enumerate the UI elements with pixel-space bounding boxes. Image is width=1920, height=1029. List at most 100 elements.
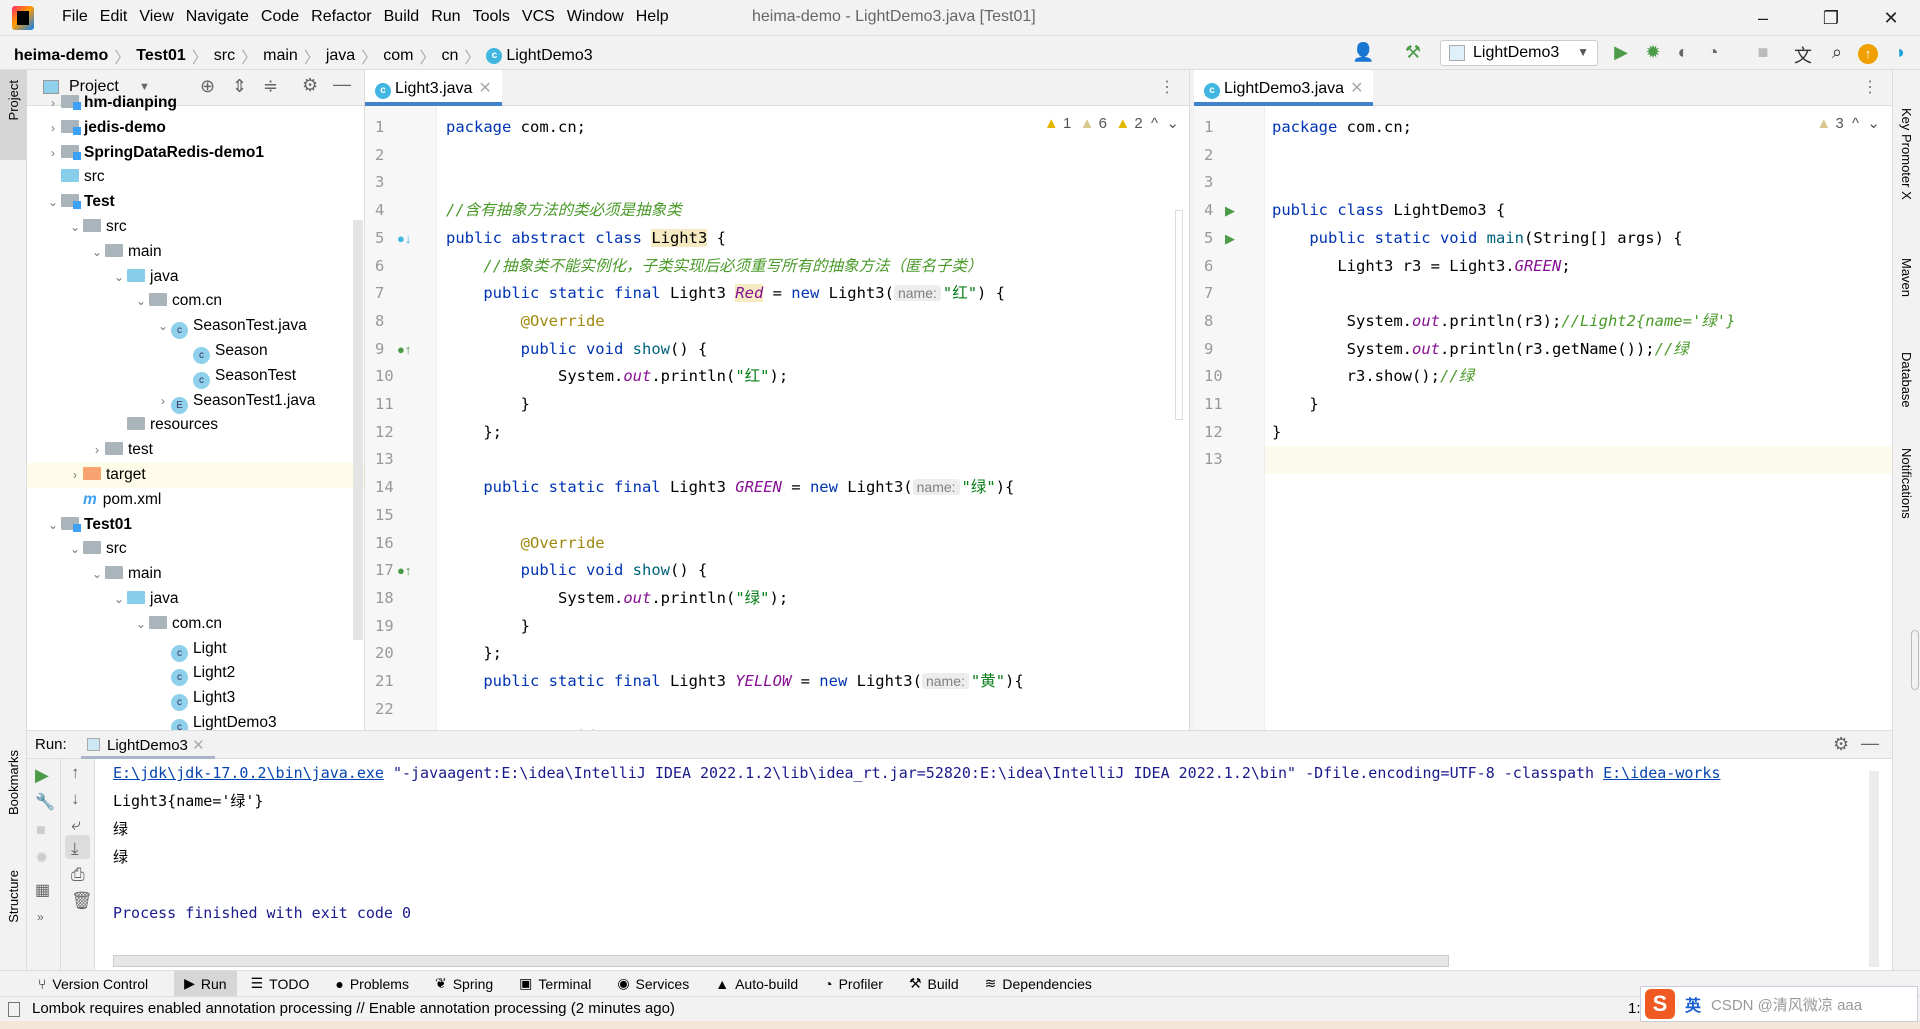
close-tab-icon[interactable]: ✕ — [192, 737, 205, 754]
tool-window-build[interactable]: ⚒ Build — [909, 971, 971, 997]
vertical-scrollbar[interactable] — [1869, 771, 1879, 967]
code-line[interactable] — [446, 169, 1189, 197]
code-line[interactable]: }; — [446, 419, 1189, 447]
code-line[interactable]: @Override — [446, 308, 1189, 336]
tree-item[interactable]: c Season — [27, 339, 364, 364]
code-line[interactable]: } — [1272, 391, 1892, 419]
code-line[interactable]: @Override — [446, 723, 1189, 730]
tree-item[interactable]: src — [27, 165, 364, 190]
notifications-tool-button[interactable]: Notifications — [1899, 448, 1914, 519]
breadcrumb-item[interactable]: main — [263, 47, 298, 65]
breadcrumb-item[interactable]: Test01 — [136, 47, 186, 65]
classpath-link[interactable]: E:\idea-works — [1603, 764, 1720, 782]
scrollbar[interactable] — [1911, 630, 1919, 690]
code-line[interactable]: public static final Light3 Red = new Lig… — [446, 280, 1189, 308]
close-button[interactable]: ✕ — [1868, 4, 1914, 32]
key-promoter-tool-button[interactable]: Key Promoter X — [1899, 108, 1914, 200]
tree-item[interactable]: › SpringDataRedis-demo1 — [27, 141, 364, 166]
chevron-right-icon[interactable]: › — [45, 116, 61, 141]
stop-icon[interactable]: ■ — [1752, 42, 1774, 63]
restore-button[interactable]: ❐ — [1808, 4, 1854, 32]
code-line[interactable]: System.out.println("绿"); — [446, 585, 1189, 613]
debug-icon[interactable]: ✹ — [27, 840, 60, 868]
overrides-icon[interactable]: ●↑ — [397, 557, 411, 585]
menu-tools[interactable]: Tools — [467, 8, 516, 26]
vcs-user-icon[interactable]: 👤 — [1352, 42, 1374, 63]
code-line[interactable]: System.out.println("红"); — [446, 363, 1189, 391]
database-tool-button[interactable]: Database — [1899, 352, 1914, 408]
print-icon[interactable]: ⎙ — [61, 859, 94, 885]
run-gutter-icon[interactable]: ▶ — [1225, 225, 1235, 253]
horizontal-scrollbar[interactable] — [113, 955, 1449, 967]
code-line[interactable] — [446, 142, 1189, 170]
scroll-to-end-icon[interactable]: ⤓ — [65, 835, 90, 859]
code-line[interactable]: Light3 r3 = Light3.GREEN; — [1272, 253, 1892, 281]
implemented-icon[interactable]: ●↓ — [397, 225, 411, 253]
overrides-icon[interactable]: ●↑ — [397, 336, 411, 364]
code-line[interactable]: public static void main(String[] args) { — [1272, 225, 1892, 253]
hide-icon[interactable]: — — [1861, 733, 1879, 754]
code-line[interactable]: package com.cn; — [446, 114, 1189, 142]
tool-window-dependencies[interactable]: ≋ Dependencies — [985, 971, 1104, 997]
chevron-down-icon[interactable]: ⌄ — [111, 265, 127, 290]
chevron-right-icon[interactable]: › — [45, 141, 61, 166]
code-line[interactable]: @Override — [446, 530, 1189, 558]
tree-item[interactable]: ⌄ com.cn — [27, 612, 364, 637]
code-line[interactable]: r3.show();//绿 — [1272, 363, 1892, 391]
breadcrumb-item[interactable]: java — [326, 47, 355, 65]
tool-window-terminal[interactable]: ▣ Terminal — [519, 971, 603, 997]
more-options-icon[interactable]: ⋮ — [1159, 77, 1175, 97]
run-configuration-select[interactable]: LightDemo3 ▼ — [1440, 40, 1598, 66]
tree-item[interactable]: c Light3 — [27, 686, 364, 712]
tree-item[interactable]: c SeasonTest — [27, 364, 364, 389]
tree-item[interactable]: ⌄ java — [27, 587, 364, 612]
code-line[interactable]: public class LightDemo3 { — [1272, 197, 1892, 225]
caret-position[interactable]: 1: — [1628, 1000, 1641, 1017]
menu-view[interactable]: View — [133, 8, 179, 26]
tree-item[interactable]: m pom.xml — [27, 488, 364, 513]
editor-lightdemo3[interactable]: c LightDemo3.java ✕ ⋮ ▲ 3 ^ ⌄ 1 package com… — [1194, 70, 1892, 730]
status-message[interactable]: Lombok requires enabled annotation proce… — [32, 1000, 675, 1017]
menu-edit[interactable]: Edit — [94, 8, 134, 26]
code-line[interactable] — [1265, 446, 1892, 475]
breadcrumb-item[interactable]: cn — [441, 47, 458, 65]
chevron-right-icon[interactable]: › — [67, 463, 83, 488]
tree-item[interactable]: c Light — [27, 637, 364, 662]
structure-tool-button[interactable]: Structure — [6, 870, 21, 923]
bookmarks-tool-button[interactable]: Bookmarks — [6, 750, 21, 815]
code-line[interactable] — [446, 446, 1189, 474]
tree-item[interactable]: c Light2 — [27, 661, 364, 687]
tree-item[interactable]: ⌄ Test — [27, 190, 364, 215]
breadcrumb-item[interactable]: com — [383, 47, 413, 65]
more-icon[interactable]: » — [27, 900, 60, 924]
breadcrumb-item[interactable]: heima-demo — [14, 47, 108, 65]
tree-item[interactable]: c LightDemo3 — [27, 711, 364, 730]
tree-item[interactable]: › jedis-demo — [27, 116, 364, 141]
editor-light3[interactable]: c Light3.java ✕ ⋮ ▲ 1 ▲ 6 ▲ 2 ^ ⌄ 1 package… — [365, 70, 1190, 730]
debug-icon[interactable]: ✹ — [1642, 42, 1664, 63]
menu-help[interactable]: Help — [630, 8, 675, 26]
tree-item[interactable]: ⌄ src — [27, 215, 364, 240]
menu-vcs[interactable]: VCS — [516, 8, 561, 26]
code-line[interactable]: System.out.println(r3);//Light2{name='绿'… — [1272, 308, 1892, 336]
code-with-me-icon[interactable]: ◗ — [1890, 42, 1912, 63]
code-line[interactable] — [446, 502, 1189, 530]
code-line[interactable]: public abstract class Light3 { — [446, 225, 1189, 253]
tree-item[interactable]: ⌄ main — [27, 240, 364, 265]
chevron-down-icon[interactable]: ⌄ — [45, 513, 61, 538]
code-line[interactable]: package com.cn; — [1272, 114, 1892, 142]
code-line[interactable]: public static final Light3 YELLOW = new … — [446, 668, 1189, 696]
close-tab-icon[interactable]: ✕ — [1350, 80, 1363, 97]
update-icon[interactable]: ↑ — [1858, 44, 1878, 64]
tab-lightdemo3-java[interactable]: c LightDemo3.java ✕ — [1194, 70, 1374, 106]
code-line[interactable] — [1272, 142, 1892, 170]
build-hammer-icon[interactable]: ⚒ — [1402, 42, 1424, 63]
code-line[interactable]: public void show() { — [446, 336, 1189, 364]
run-tab[interactable]: LightDemo3 ✕ — [81, 731, 215, 759]
chevron-right-icon[interactable]: › — [89, 438, 105, 463]
close-tab-icon[interactable]: ✕ — [478, 80, 491, 97]
chevron-right-icon[interactable]: › — [155, 389, 171, 414]
coverage-icon[interactable]: ◐ — [1672, 42, 1694, 63]
chevron-down-icon[interactable]: ⌄ — [89, 240, 105, 265]
tree-item[interactable]: › target — [27, 462, 364, 488]
